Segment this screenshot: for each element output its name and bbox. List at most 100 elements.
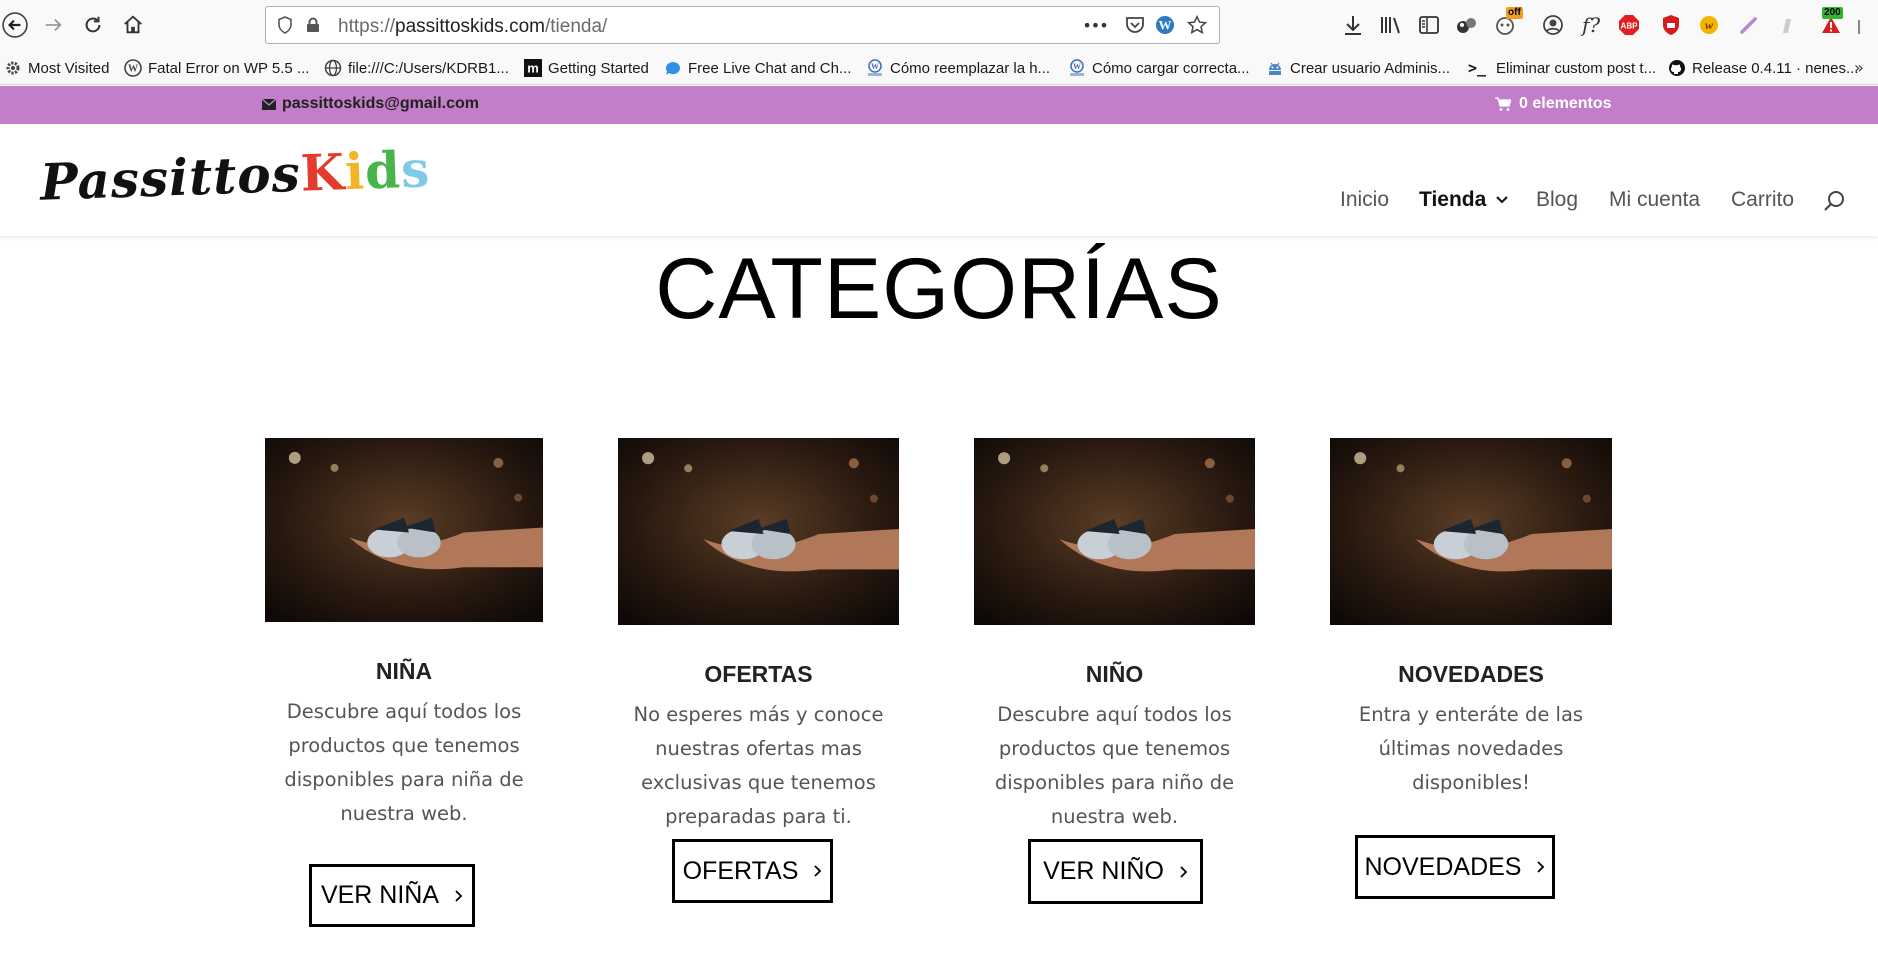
bookmark-label: Release 0.4.11 · nenes... [1692, 59, 1859, 77]
bookmark-fatal-error[interactable]: W Fatal Error on WP 5.5 ... [124, 58, 309, 78]
nav-tienda[interactable]: Tienda [1419, 188, 1508, 212]
novedades-button[interactable]: NOVEDADES [1355, 835, 1555, 899]
back-icon[interactable] [0, 10, 30, 40]
button-label: VER NIÑO [1043, 857, 1164, 885]
logo-letter: s [399, 139, 432, 200]
button-label: NOVEDADES [1364, 852, 1522, 881]
category-description: Descubre aquí todos los productos que te… [954, 698, 1275, 834]
category-image[interactable] [1330, 438, 1612, 625]
bookmark-label: file:///C:/Users/KDRB1... [348, 59, 509, 77]
description-line: nuestras ofertas mas [655, 737, 862, 760]
chevron-right-icon [1180, 865, 1188, 878]
category-title: NOVEDADES [1398, 661, 1544, 687]
nav-mi-cuenta[interactable]: Mi cuenta [1609, 188, 1700, 212]
svg-text:ABP: ABP [1621, 22, 1639, 31]
cart-icon [1495, 97, 1511, 111]
url-host: passittoskids.com [395, 16, 545, 37]
description-line: nuestra web. [340, 802, 468, 825]
wp-forum-icon: W [1068, 59, 1086, 77]
shield-icon[interactable] [274, 14, 296, 36]
category-image[interactable] [974, 438, 1255, 625]
wordpress-icon: W [124, 59, 142, 77]
bookmarks-overflow-icon[interactable]: » [1854, 58, 1864, 77]
site-logo[interactable]: PassittosKids [39, 139, 431, 212]
category-image[interactable] [618, 438, 899, 625]
reload-icon[interactable] [78, 10, 108, 40]
url-bar[interactable]: https://passittoskids.com/tienda/ ••• W [265, 6, 1220, 44]
category-image[interactable] [265, 438, 543, 622]
bookmark-live-chat[interactable]: Free Live Chat and Ch... [664, 58, 851, 78]
description-line: Entra y enteráte de las [1358, 703, 1584, 726]
description-line: Descubre aquí todos los [997, 703, 1232, 726]
account-icon[interactable] [1540, 12, 1566, 38]
description-line: disponibles para niña de [284, 768, 524, 791]
bookmark-label: Crear usuario Adminis... [1290, 59, 1451, 77]
category-description: Descubre aquí todos los productos que te… [245, 695, 563, 831]
bookmark-release[interactable]: Release 0.4.11 · nenes... [1668, 58, 1859, 78]
description-line: disponibles para niño de [994, 771, 1235, 794]
ver-nina-button[interactable]: VER NIÑA [309, 864, 475, 927]
svg-text:W: W [1159, 18, 1172, 33]
terminal-icon: >_ [1467, 59, 1487, 77]
button-label: VER NIÑA [320, 881, 440, 909]
nav-tienda-label: Tienda [1419, 188, 1487, 211]
grey-extension-icon[interactable] [1774, 12, 1800, 38]
svg-text:w: w [1705, 18, 1714, 32]
category-title: NIÑA [375, 658, 433, 684]
pen-icon[interactable] [1736, 12, 1762, 38]
chevron-right-icon [814, 865, 822, 877]
page-actions-icon[interactable]: ••• [1082, 14, 1108, 36]
sidebar-icon[interactable] [1416, 12, 1442, 38]
logo-letter: K [299, 142, 347, 203]
logo-letter: i [344, 141, 367, 202]
star-icon[interactable] [1186, 14, 1208, 36]
pocket-icon[interactable] [1124, 14, 1146, 36]
svg-text:m: m [527, 61, 539, 76]
bookmark-label: Eliminar custom post t... [1496, 59, 1657, 77]
toolbar-overflow-divider [1858, 20, 1860, 34]
nav-inicio[interactable]: Inicio [1340, 188, 1389, 212]
bookmark-file[interactable]: file:///C:/Users/KDRB1... [324, 58, 509, 78]
cart-link[interactable]: 0 elementos [1495, 95, 1611, 113]
svg-text:W: W [128, 64, 138, 75]
cart-count: 0 elementos [1519, 95, 1612, 112]
nav-blog[interactable]: Blog [1536, 188, 1578, 212]
ofertas-button[interactable]: OFERTAS [672, 839, 833, 903]
bookmark-label: Cómo cargar correcta... [1092, 59, 1250, 77]
m-icon: m [524, 59, 542, 77]
privacy-badger-icon[interactable] [1658, 12, 1684, 38]
svg-text:W: W [871, 62, 879, 71]
ver-nino-button[interactable]: VER NIÑO [1028, 839, 1203, 904]
w-extension-icon[interactable]: w [1696, 12, 1722, 38]
bookmark-getting-started[interactable]: m Getting Started [524, 58, 649, 78]
bookmark-cargar[interactable]: W Cómo cargar correcta... [1068, 58, 1250, 78]
url-text[interactable]: https://passittoskids.com/tienda/ [338, 16, 607, 38]
bookmark-reemplazar[interactable]: W Cómo reemplazar la h... [866, 58, 1050, 78]
description-line: nuestra web. [1050, 805, 1179, 828]
description-line: disponibles! [1412, 771, 1530, 794]
nav-carrito[interactable]: Carrito [1731, 188, 1794, 212]
bookmark-crear-usuario[interactable]: Crear usuario Adminis... [1266, 58, 1450, 78]
contact-email[interactable]: passittoskids@gmail.com [262, 95, 479, 113]
adblock-plus-icon[interactable]: ABP [1616, 12, 1642, 38]
extension-badge-off: off [1506, 7, 1523, 19]
bookmark-label: Most Visited [28, 59, 110, 77]
baby-shoes-photo [1330, 438, 1612, 625]
library-icon[interactable] [1378, 12, 1404, 38]
forward-icon[interactable] [38, 10, 68, 40]
url-scheme: https:// [338, 16, 396, 37]
extension-dots-icon[interactable] [1454, 12, 1480, 38]
home-icon[interactable] [118, 10, 148, 40]
search-icon[interactable] [1823, 190, 1845, 212]
download-icon[interactable] [1340, 12, 1366, 38]
extension-badge-count: 200 [1822, 7, 1843, 19]
wordpress-icon[interactable]: W [1154, 14, 1176, 36]
bookmark-eliminar[interactable]: >_ Eliminar custom post t... [1464, 58, 1656, 78]
lock-icon[interactable] [302, 14, 324, 36]
function-icon[interactable]: f? [1578, 12, 1604, 38]
bookmark-label: Getting Started [548, 59, 649, 77]
bookmark-most-visited[interactable]: Most Visited [4, 58, 109, 78]
description-line: exclusivas que tenemos [641, 771, 876, 794]
page-title: CATEGORÍAS [655, 241, 1223, 337]
browser-toolbar: https://passittoskids.com/tienda/ ••• W … [0, 0, 1878, 50]
